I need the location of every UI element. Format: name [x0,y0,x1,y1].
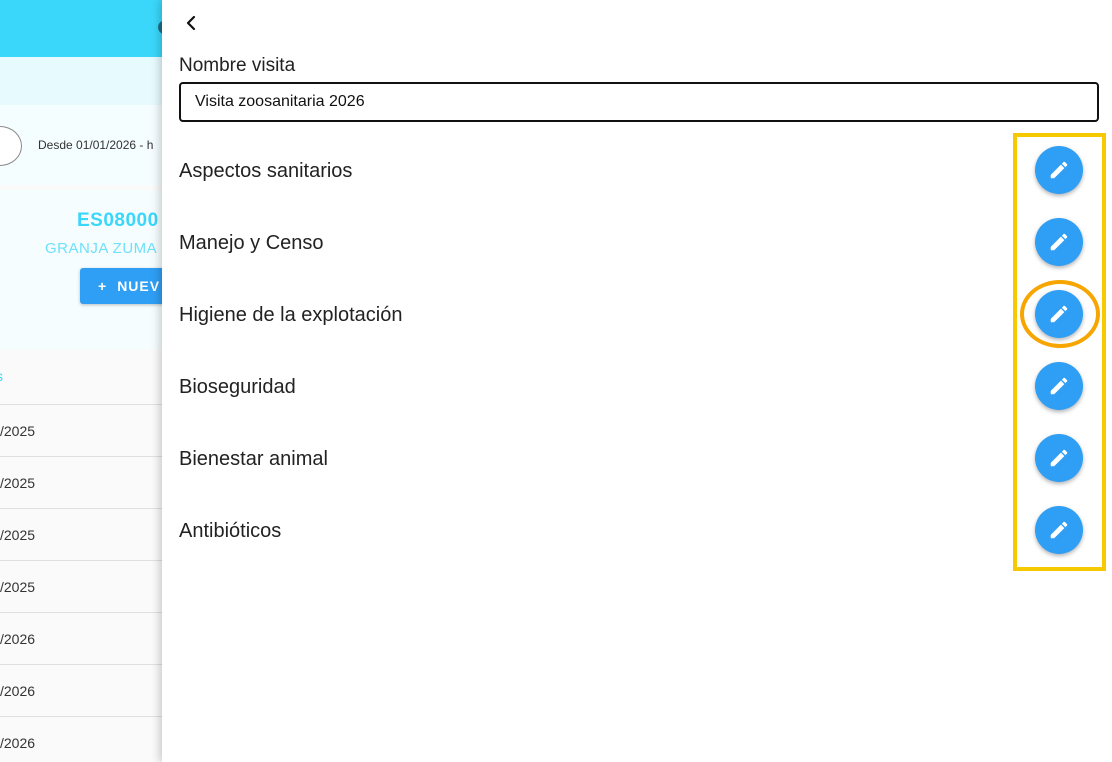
edit-higiene-explotacion-button[interactable] [1035,290,1083,338]
pencil-icon [1050,521,1068,539]
list-row[interactable]: /2026 [0,612,170,664]
background-sub-bar [0,57,170,105]
section-label: Aspectos sanitarios [179,160,353,182]
section-label: Higiene de la explotación [179,304,403,326]
list-row-date: /2025 [0,527,36,543]
section-label: Antibióticos [179,520,282,542]
edit-antibioticos-button[interactable] [1035,506,1083,554]
section-aspectos-sanitarios: Aspectos sanitarios [179,146,1099,196]
section-higiene-explotacion: Higiene de la explotación [179,290,1099,340]
visit-name-label: Nombre visita [179,55,296,76]
list-row[interactable]: /2025 [0,560,170,612]
pencil-icon [1050,305,1068,323]
section-bienestar-animal: Bienestar animal [179,434,1099,484]
edit-bienestar-animal-button[interactable] [1035,434,1083,482]
pencil-icon [1050,233,1068,251]
list-row-date: /2025 [0,475,36,491]
page: ◐ Desde 01/01/2026 - h ES08000 GRANJA ZU… [0,0,1112,762]
pencil-icon [1050,161,1068,179]
visit-name-input[interactable] [179,82,1099,122]
edit-aspectos-sanitarios-button[interactable] [1035,146,1083,194]
list-row[interactable]: /2025 [0,456,170,508]
edit-manejo-censo-button[interactable] [1035,218,1083,266]
plus-icon: + [98,278,108,294]
list-row-date: /2025 [0,423,36,439]
chevron-left-icon [186,15,196,31]
list-column-header: s [0,368,3,384]
list-row[interactable]: /2026 [0,664,170,716]
farm-code: ES08000 [77,210,159,231]
new-visit-button-label: NUEV [117,278,161,294]
section-label: Manejo y Censo [179,232,324,254]
background-app: ◐ Desde 01/01/2026 - h ES08000 GRANJA ZU… [0,0,170,762]
pencil-icon [1050,449,1068,467]
section-label: Bioseguridad [179,376,296,398]
section-manejo-censo: Manejo y Censo [179,218,1099,268]
back-button[interactable] [180,10,204,36]
section-antibioticos: Antibióticos [179,506,1099,556]
section-bioseguridad: Bioseguridad [179,362,1099,412]
date-range-text: Desde 01/01/2026 - h [38,138,154,152]
visit-edit-drawer: Nombre visita Aspectos sanitarios Manejo… [162,0,1112,762]
list-row-date: /2025 [0,579,36,595]
list-row[interactable]: /2025 [0,508,170,560]
new-visit-button[interactable]: + NUEV [80,268,170,304]
pencil-icon [1050,377,1068,395]
list-row-date: /2026 [0,735,36,751]
edit-bioseguridad-button[interactable] [1035,362,1083,410]
list-row-date: /2026 [0,631,36,647]
background-top-bar [0,0,170,57]
farm-name: GRANJA ZUMA [45,240,158,257]
section-label: Bienestar animal [179,448,328,470]
list-row-date: /2026 [0,683,36,699]
list-row[interactable]: /2026 [0,716,170,762]
list-row[interactable]: /2025 [0,404,170,456]
